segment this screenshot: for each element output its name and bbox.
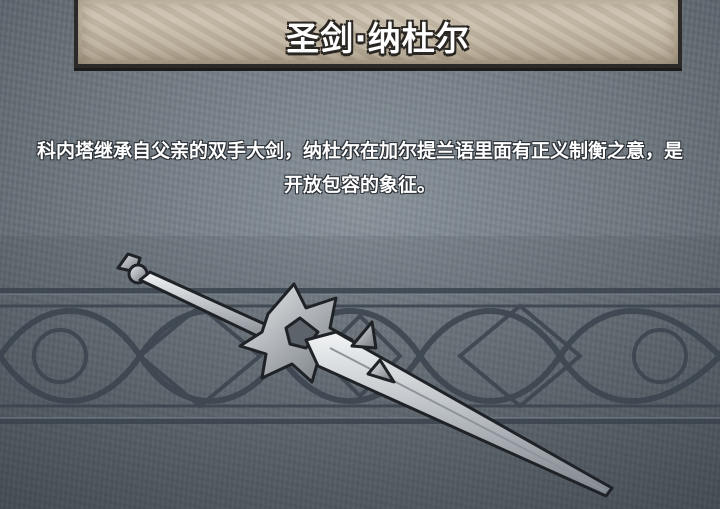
title-banner: 圣剑·纳杜尔 <box>74 0 682 68</box>
item-description: 科内塔继承自父亲的双手大剑，纳杜尔在加尔提兰语里面有正义制衡之意，是开放包容的象… <box>36 140 683 196</box>
item-title: 圣剑·纳杜尔 <box>286 19 470 58</box>
sword-illustration <box>116 252 614 498</box>
